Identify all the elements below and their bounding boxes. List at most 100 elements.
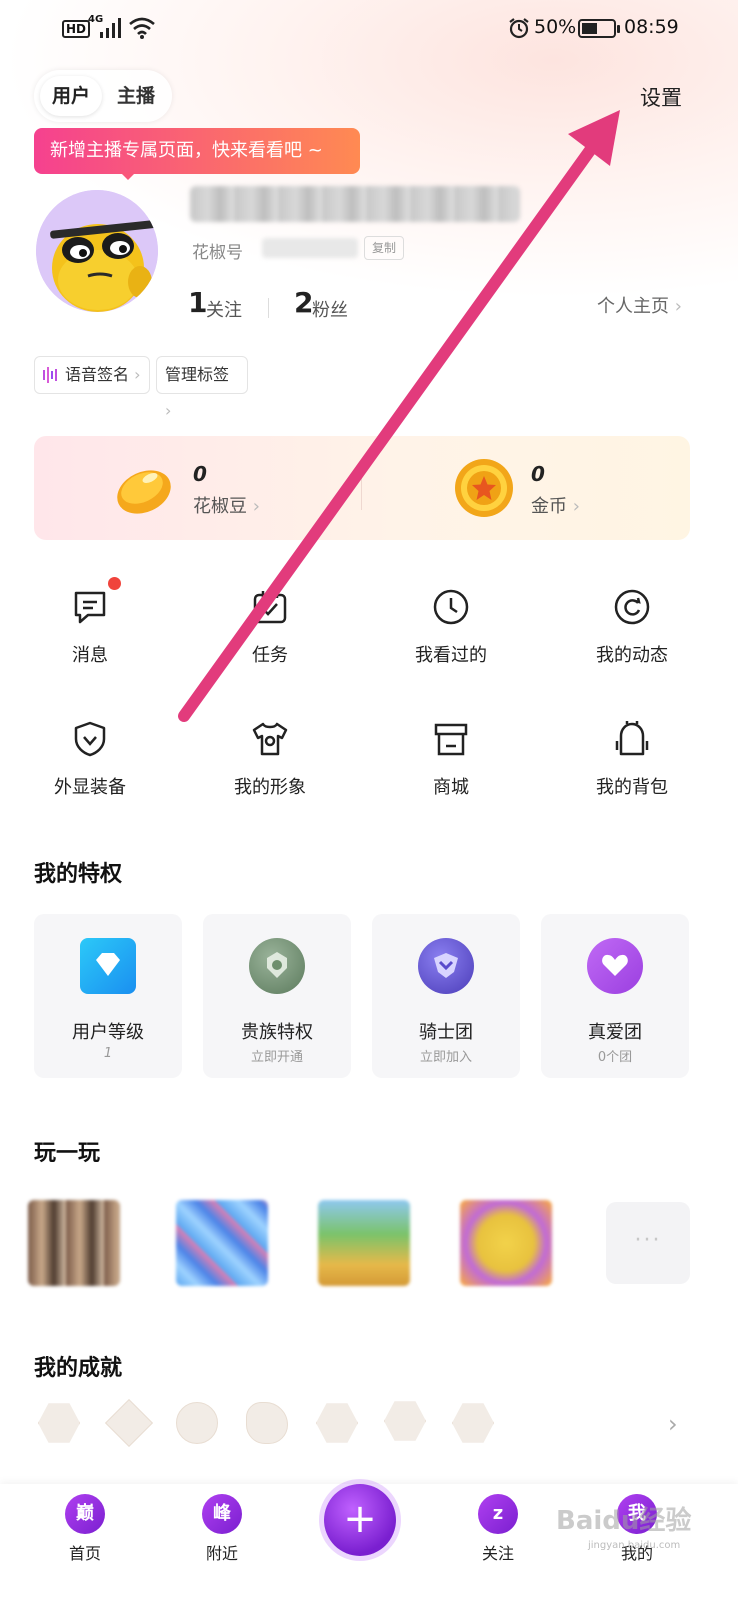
signal-icon [100, 18, 121, 38]
voice-wave-icon [43, 367, 57, 383]
fans-count[interactable]: 2 [294, 286, 313, 319]
copy-id-button[interactable]: 复制 [364, 236, 404, 260]
privilege-user-level[interactable]: 用户等级 1 [34, 914, 182, 1078]
avatar[interactable] [36, 190, 158, 312]
nav-home[interactable]: 巅 首页 [45, 1494, 125, 1564]
status-bar: HD 4G 50% 08:59 [0, 0, 738, 58]
nav-label: 附近 [205, 1544, 238, 1563]
menu-label: 任务 [252, 645, 288, 666]
noble-badge-icon [249, 938, 305, 994]
menu-label: 我的形象 [234, 777, 306, 798]
backpack-icon [615, 721, 649, 756]
fans-label[interactable]: 粉丝 [312, 296, 348, 322]
chevron-right-icon: › [674, 296, 682, 317]
chevron-right-icon[interactable]: › [668, 1410, 678, 1438]
privilege-sub: 1 [103, 1046, 113, 1061]
watermark-url: jingyan.baidu.com [588, 1540, 681, 1551]
chevron-right-icon: › [165, 401, 172, 420]
menu-item-backpack[interactable]: 我的背包 [572, 719, 692, 829]
game-thumbnail[interactable] [28, 1200, 120, 1286]
avatar-character-icon [36, 190, 158, 312]
clock-icon [433, 589, 469, 625]
task-icon [253, 591, 287, 624]
unread-dot [108, 577, 121, 590]
nav-nearby[interactable]: 峰 附近 [182, 1494, 262, 1564]
manage-tags-chip[interactable]: 管理标签 › [156, 356, 248, 420]
manage-tags-label: 管理标签 [165, 365, 230, 384]
menu-label: 我的背包 [596, 777, 668, 798]
follow-icon: z [478, 1494, 518, 1534]
menu-label: 我看过的 [415, 645, 487, 666]
privilege-fan-club[interactable]: 真爱团 0个团 [541, 914, 689, 1078]
message-icon [74, 591, 106, 624]
clock-time: 08:59 [624, 16, 679, 38]
achievement-badge[interactable] [316, 1403, 358, 1443]
privilege-label: 用户等级 [72, 1022, 144, 1043]
privilege-noble[interactable]: 贵族特权 立即开通 [203, 914, 351, 1078]
wallet-divider [361, 470, 362, 510]
achievement-badge[interactable] [384, 1401, 426, 1441]
nav-label: 关注 [481, 1544, 514, 1563]
menu-item-messages[interactable]: 消息 [30, 587, 150, 697]
voice-signature-label: 语音签名 [65, 365, 130, 384]
coins-link[interactable]: 金币 › [531, 492, 580, 518]
coins-label: 金币 [531, 496, 567, 517]
games-title: 玩一玩 [34, 1141, 101, 1166]
nickname-redacted [190, 186, 520, 222]
achievement-badge[interactable] [176, 1402, 218, 1444]
diamond-icon [80, 938, 136, 994]
more-games-button[interactable]: ··· [606, 1202, 690, 1284]
privileges-title: 我的特权 [34, 862, 123, 887]
wifi-icon [129, 17, 155, 39]
nav-follow[interactable]: z 关注 [458, 1494, 538, 1564]
menu-label: 外显装备 [54, 777, 126, 798]
achievement-badge[interactable] [246, 1402, 288, 1444]
role-user-tab[interactable]: 用户 [40, 76, 102, 116]
user-id-label: 花椒号 [192, 243, 243, 263]
menu-item-history[interactable]: 我看过的 [391, 587, 511, 697]
bean-icon [117, 470, 171, 514]
settings-button[interactable]: 设置 [640, 82, 682, 112]
chevron-right-icon: › [134, 365, 141, 384]
create-plus-button[interactable]: + [324, 1484, 396, 1556]
game-thumbnail[interactable] [176, 1200, 268, 1286]
achievement-badge[interactable] [452, 1403, 494, 1443]
menu-label: 商城 [433, 777, 469, 798]
privilege-sub: 立即加入 [419, 1050, 472, 1065]
refresh-icon [614, 589, 650, 625]
menu-item-avatar-look[interactable]: 我的形象 [210, 719, 330, 829]
menu-item-equipment[interactable]: 外显装备 [30, 719, 150, 829]
menu-label: 我的动态 [596, 645, 668, 666]
menu-item-shop[interactable]: 商城 [391, 719, 511, 829]
promo-tooltip[interactable]: 新增主播专属页面，快来看看吧 ~ [34, 128, 360, 174]
watermark: Baidu经验 [556, 1506, 692, 1536]
privilege-label: 真爱团 [588, 1022, 642, 1043]
beans-label: 花椒豆 [193, 496, 247, 517]
hd-badge: HD [62, 20, 91, 38]
achievement-badge[interactable] [104, 1398, 154, 1448]
homepage-link-label: 个人主页 [597, 296, 669, 317]
menu-item-my-posts[interactable]: 我的动态 [572, 587, 692, 697]
shop-icon [434, 723, 468, 756]
shield-icon [74, 721, 106, 757]
stats-divider [268, 298, 269, 318]
tshirt-icon [252, 722, 288, 756]
role-anchor-tab[interactable]: 主播 [108, 76, 164, 116]
menu-label: 消息 [72, 645, 108, 666]
game-thumbnail[interactable] [460, 1200, 552, 1286]
battery-icon [578, 19, 620, 38]
beans-link[interactable]: 花椒豆 › [193, 492, 260, 518]
nav-label: 首页 [68, 1544, 101, 1563]
achievements-title: 我的成就 [34, 1356, 123, 1381]
following-count[interactable]: 1 [188, 286, 207, 319]
achievement-badge[interactable] [38, 1403, 80, 1443]
privilege-label: 贵族特权 [241, 1022, 313, 1043]
chevron-right-icon: › [252, 496, 260, 517]
chevron-right-icon: › [572, 496, 580, 517]
game-thumbnail[interactable] [318, 1200, 410, 1286]
following-label[interactable]: 关注 [206, 296, 242, 322]
homepage-link[interactable]: 个人主页 › [597, 292, 682, 318]
privilege-knights[interactable]: 骑士团 立即加入 [372, 914, 520, 1078]
menu-item-tasks[interactable]: 任务 [210, 587, 330, 697]
privilege-label: 骑士团 [419, 1022, 473, 1043]
